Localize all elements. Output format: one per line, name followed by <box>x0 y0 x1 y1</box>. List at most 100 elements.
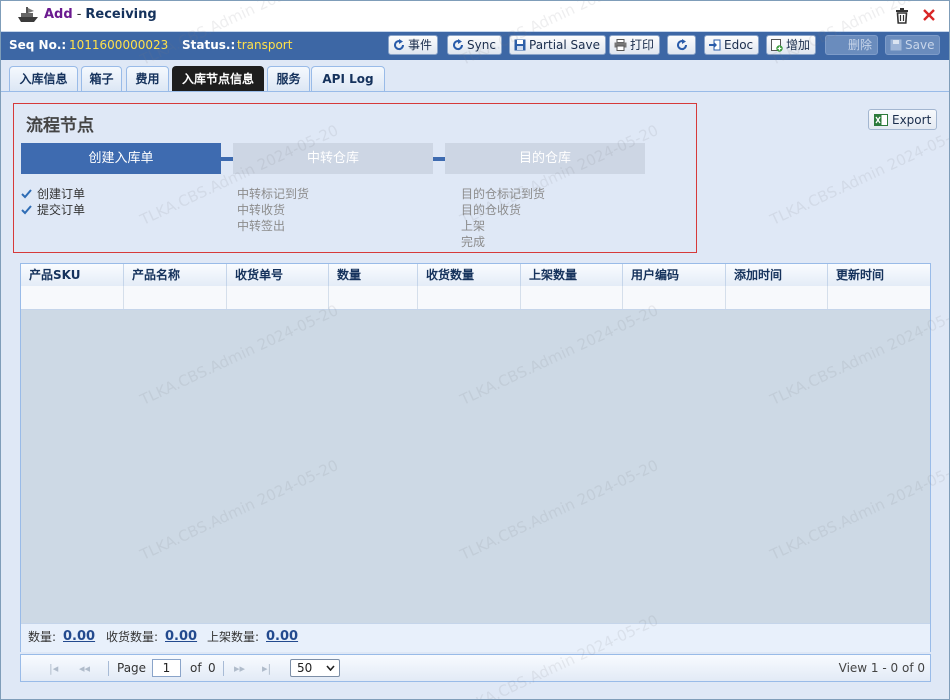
close-icon[interactable] <box>921 7 937 26</box>
tab-inbound-info[interactable]: 入库信息 <box>9 66 78 92</box>
toolbar: Seq No.: 1011600000023 Status.: transpor… <box>1 32 949 60</box>
pager-separator <box>223 661 224 676</box>
add-button[interactable]: 增加 <box>766 35 817 55</box>
column-header[interactable]: 更新时间 <box>828 264 930 286</box>
column-header[interactable]: 收货单号 <box>227 264 329 286</box>
flow-item: 目的仓收货 <box>461 203 522 217</box>
grid-summary: 数量: 0.00 收货数量: 0.00 上架数量: 0.00 <box>21 623 930 652</box>
received-label: 收货数量: <box>106 630 159 644</box>
grid-header: 产品SKU 产品名称 收货单号 数量 收货数量 上架数量 用户编码 添加时间 更… <box>21 264 930 287</box>
flow-panel: 流程节点 创建入库单 中转仓库 目的仓库 创建订单 提交订单 中转标记到货 中转… <box>13 103 697 253</box>
page-label: Page <box>117 661 147 675</box>
column-header[interactable]: 添加时间 <box>726 264 828 286</box>
status-value: transport <box>237 38 293 52</box>
refresh-icon <box>453 39 464 51</box>
sync-label: Sync <box>467 38 496 52</box>
flow-connector <box>433 157 445 161</box>
filter-cell[interactable] <box>726 286 828 309</box>
print-button[interactable]: 打印 <box>609 35 661 55</box>
excel-icon <box>874 113 888 126</box>
received-value[interactable]: 0.00 <box>165 624 197 650</box>
export-button[interactable]: Export <box>868 109 938 130</box>
total-pages: 0 <box>208 661 216 675</box>
column-header[interactable]: 产品SKU <box>21 264 124 286</box>
qty-value[interactable]: 0.00 <box>63 624 95 650</box>
title-separator: - <box>76 7 82 22</box>
import-icon <box>709 39 721 51</box>
chevron-down-icon <box>326 665 335 671</box>
flow-item: 提交订单 <box>37 203 86 217</box>
page-size-select[interactable]: 50 <box>290 659 340 677</box>
receiving-window: Add - Receiving Seq No.: 1011600000023 Sta… <box>0 0 950 700</box>
window-title: Add - Receiving <box>44 7 157 22</box>
filter-cell[interactable] <box>418 286 521 309</box>
filter-cell[interactable] <box>227 286 329 309</box>
grid-filter-row <box>21 286 930 310</box>
tab-fees[interactable]: 费用 <box>126 66 169 92</box>
trash-icon[interactable] <box>895 8 909 27</box>
column-header[interactable]: 收货数量 <box>418 264 521 286</box>
tab-inbound-node-info[interactable]: 入库节点信息 <box>172 66 264 92</box>
delete-label: 删除 <box>847 38 872 52</box>
filter-cell[interactable] <box>623 286 726 309</box>
save-label: Save <box>905 38 935 52</box>
flow-step-transit: 中转仓库 <box>233 143 433 174</box>
disk-icon <box>514 39 526 51</box>
column-header[interactable]: 上架数量 <box>521 264 623 286</box>
partial-save-button[interactable]: Partial Save <box>509 35 606 55</box>
refresh-icon <box>676 39 687 51</box>
flow-item: 完成 <box>461 235 486 249</box>
event-label: 事件 <box>408 38 433 52</box>
tab-services[interactable]: 服务 <box>267 66 310 92</box>
printer-icon <box>614 39 627 51</box>
refresh-button[interactable] <box>667 35 696 55</box>
flow-item: 创建订单 <box>37 187 86 201</box>
prev-page-icon[interactable]: ◂◂ <box>79 662 90 675</box>
disk-icon <box>890 39 902 51</box>
tab-content: 流程节点 创建入库单 中转仓库 目的仓库 创建订单 提交订单 中转标记到货 中转… <box>1 92 949 699</box>
event-button[interactable]: 事件 <box>388 35 439 55</box>
title-main: Receiving <box>85 7 157 22</box>
column-header[interactable]: 用户编码 <box>623 264 726 286</box>
items-grid: 产品SKU 产品名称 收货单号 数量 收货数量 上架数量 用户编码 添加时间 更… <box>20 263 931 652</box>
save-button[interactable]: Save <box>885 35 941 55</box>
shelved-value[interactable]: 0.00 <box>266 624 298 650</box>
status-label: Status.: <box>182 38 236 52</box>
flow-item: 中转标记到货 <box>237 187 310 201</box>
title-bar: Add - Receiving <box>1 1 949 32</box>
flow-connector <box>221 157 233 161</box>
sync-button[interactable]: Sync <box>447 35 502 55</box>
last-page-icon[interactable]: ▸| <box>262 662 271 675</box>
tab-api-log[interactable]: API Log <box>311 66 385 92</box>
flow-step-create: 创建入库单 <box>21 143 221 174</box>
page-size-value: 50 <box>297 661 313 675</box>
pager: |◂ ◂◂ Page of 0 ▸▸ ▸| 50 View 1 - 0 of 0 <box>20 654 931 682</box>
qty-label: 数量: <box>28 630 57 644</box>
filter-cell[interactable] <box>521 286 623 309</box>
filter-cell[interactable] <box>828 286 930 309</box>
filter-cell[interactable] <box>124 286 227 309</box>
filter-cell[interactable] <box>329 286 418 309</box>
export-label: Export <box>892 112 932 127</box>
print-label: 打印 <box>630 38 655 52</box>
check-icon <box>21 189 32 199</box>
flow-title: 流程节点 <box>26 116 94 136</box>
refresh-icon <box>394 39 405 51</box>
edoc-button[interactable]: Edoc <box>704 35 760 55</box>
filter-cell[interactable] <box>21 286 124 309</box>
next-page-icon[interactable]: ▸▸ <box>234 662 245 675</box>
title-action: Add <box>44 7 73 22</box>
flow-item: 目的仓标记到货 <box>461 187 546 201</box>
edoc-label: Edoc <box>724 38 754 52</box>
column-header[interactable]: 产品名称 <box>124 264 227 286</box>
ship-icon <box>17 6 39 27</box>
column-header[interactable]: 数量 <box>329 264 418 286</box>
shelved-label: 上架数量: <box>207 630 260 644</box>
partial-save-label: Partial Save <box>529 38 600 52</box>
delete-button[interactable]: 删除 <box>825 35 878 55</box>
seq-label: Seq No.: <box>9 38 67 52</box>
page-number-input[interactable] <box>152 659 181 677</box>
tab-boxes[interactable]: 箱子 <box>81 66 122 92</box>
first-page-icon[interactable]: |◂ <box>49 662 58 675</box>
flow-item: 上架 <box>461 219 486 233</box>
